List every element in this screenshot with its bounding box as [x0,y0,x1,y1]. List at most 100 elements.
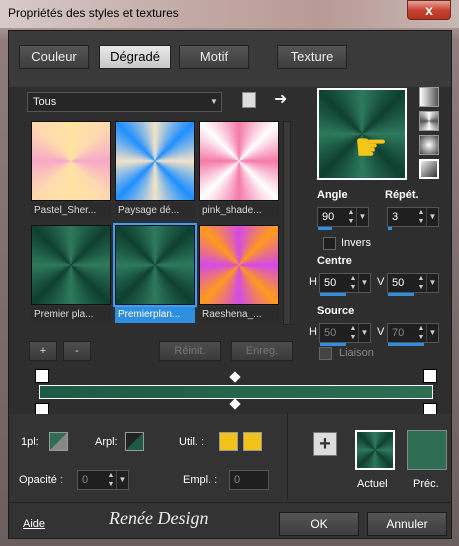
help-link[interactable]: Aide [23,518,45,530]
placement-label: Empl. : [183,474,218,486]
used-label: Util. : [179,436,205,448]
up-down-icon[interactable]: ▲ ▼ [106,471,116,489]
center-h-slider[interactable] [320,293,346,296]
repeat-spinner[interactable]: 3 ▲ ▼ ▼ [387,207,439,230]
divider [287,414,288,500]
category-dropdown[interactable]: Tous ▼ [27,92,222,112]
opacity-spinner[interactable]: 0 ▲ ▼ ▼ [77,470,129,490]
arrow-right-icon[interactable]: ➜ [274,89,287,109]
dialog-window: Propriétés des styles et textures x Coul… [0,0,459,546]
source-h-slider[interactable] [320,343,346,346]
tab-texture[interactable]: Texture [277,45,347,69]
gradient-thumbnail[interactable] [31,121,111,201]
link-checkbox[interactable] [319,347,332,360]
used-color-swatch[interactable] [243,432,262,451]
background-swatch[interactable] [125,432,144,451]
top-stop-marker[interactable] [35,369,49,383]
invert-checkbox[interactable] [323,237,336,250]
up-down-icon[interactable]: ▲ ▼ [348,324,358,342]
chevron-down-icon[interactable]: ▼ [358,274,370,292]
tab-degrade[interactable]: Dégradé [99,45,171,69]
chevron-down-icon[interactable]: ▼ [426,208,438,226]
save-gradient-button[interactable]: Enreg. [231,341,293,361]
chevron-down-icon: ▼ [210,97,218,106]
source-label: Source [317,305,355,317]
linear-style-icon[interactable] [419,87,439,107]
cancel-button[interactable]: Annuler [367,512,447,536]
center-h-label: H [309,276,317,288]
up-down-icon[interactable]: ▲ ▼ [416,208,426,226]
source-v-value: 70 [392,327,405,339]
current-swatch[interactable] [355,430,395,470]
used-color-swatch[interactable] [219,432,238,451]
document-icon[interactable] [242,92,256,108]
source-h-label: H [309,326,317,338]
background-label: Arpl: [95,436,118,448]
up-down-icon[interactable]: ▲ ▼ [346,208,356,226]
center-label: Centre [317,255,352,267]
watermark-text: Renée Design [109,508,209,528]
foreground-swatch[interactable] [49,432,68,451]
invert-label: Invers [341,237,371,249]
center-v-spinner[interactable]: 50 ▲ ▼ ▼ [387,273,439,296]
center-h-value: 50 [324,277,337,289]
thumbnail-label: Raeshena_... [199,307,279,323]
repeat-label: Répét. [385,189,419,201]
top-stop-marker[interactable] [423,369,437,383]
gradient-thumbnail[interactable] [199,225,279,305]
reset-button[interactable]: Réinit. [159,341,221,361]
source-h-spinner[interactable]: 50 ▲ ▼ ▼ [319,323,371,346]
up-down-icon[interactable]: ▲ ▼ [416,274,426,292]
gradient-thumbnail[interactable] [199,121,279,201]
center-v-slider[interactable] [388,293,414,296]
angle-spinner[interactable]: 90 ▲ ▼ ▼ [317,207,369,230]
tab-bar: Couleur Dégradé Motif Texture [9,31,451,87]
category-value: Tous [33,96,57,108]
chevron-down-icon[interactable]: ▼ [426,324,438,342]
gradient-thumbnail-selected[interactable] [113,223,197,307]
radial-style-icon[interactable] [419,135,439,155]
chevron-down-icon[interactable]: ▼ [426,274,438,292]
thumbnail-label: Paysage dé... [115,203,195,219]
current-label: Actuel [357,478,388,490]
midpoint-marker[interactable] [229,371,241,383]
dialog-body: Couleur Dégradé Motif Texture Tous ▼ ➜ P… [8,30,452,539]
chevron-down-icon[interactable]: ▼ [358,324,370,342]
previous-swatch[interactable] [407,430,447,470]
gradient-pane: Tous ▼ ➜ Pastel_Sher... Paysage dé... pi… [9,87,451,417]
opacity-value: 0 [82,474,89,486]
remove-gradient-button[interactable]: - [63,341,91,361]
angle-slider[interactable] [318,227,332,230]
center-v-value: 50 [392,277,405,289]
chevron-down-icon[interactable]: ▼ [116,471,128,489]
gradient-bar[interactable] [39,385,433,399]
title-bar[interactable]: Propriétés des styles et textures x [0,0,459,28]
center-v-label: V [377,276,385,288]
midpoint-marker[interactable] [229,398,241,410]
chevron-down-icon[interactable]: ▼ [356,208,368,226]
thumbnail-label: Pastel_Sher... [31,203,111,219]
thumbnail-scrollbar[interactable] [283,121,291,325]
gradient-thumbnail[interactable] [115,121,195,201]
source-v-slider[interactable] [388,343,424,346]
tab-couleur[interactable]: Couleur [19,45,89,69]
ok-button[interactable]: OK [279,512,359,536]
repeat-slider[interactable] [388,227,392,230]
up-down-icon[interactable]: ▲ ▼ [416,324,426,342]
repeat-value: 3 [392,211,399,223]
window-title: Propriétés des styles et textures [8,6,179,20]
source-v-spinner[interactable]: 70 ▲ ▼ ▼ [387,323,439,346]
opacity-label: Opacité : [19,474,64,486]
angle-value: 90 [322,211,335,223]
placement-field[interactable]: 0 [229,470,269,490]
source-h-value: 50 [324,327,337,339]
sunburst-style-icon[interactable] [419,111,439,131]
close-button[interactable]: x [407,0,451,20]
add-swatch-button[interactable]: + [313,432,337,456]
add-gradient-button[interactable]: + [29,341,57,361]
center-h-spinner[interactable]: 50 ▲ ▼ ▼ [319,273,371,296]
gradient-thumbnail[interactable] [31,225,111,305]
rectangular-style-icon[interactable] [419,159,439,179]
up-down-icon[interactable]: ▲ ▼ [348,274,358,292]
tab-motif[interactable]: Motif [179,45,249,69]
